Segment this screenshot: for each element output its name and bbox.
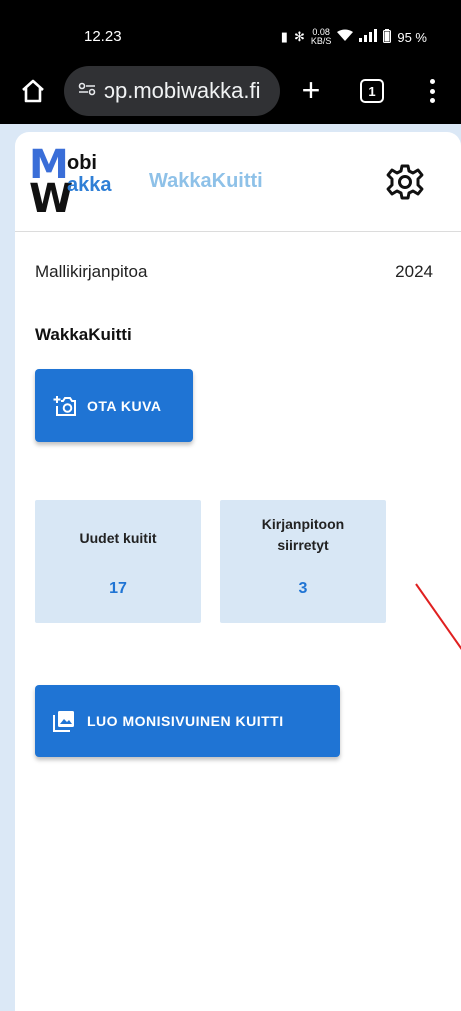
status-time: 12.23	[84, 28, 122, 45]
status-bar: 12.23 ▮ ✻ 0.08 KB/S 95 %	[0, 0, 461, 58]
vibrate-icon: ▮	[280, 29, 288, 44]
logo-obi: obi	[67, 152, 97, 174]
app-card: M obi W akka WakkaKuitti Mallikirjanpito…	[15, 132, 461, 1011]
status-icons: ▮ ✻ 0.08 KB/S 95 %	[281, 28, 427, 46]
multipage-receipt-label: LUO MONISIVUINEN KUITTI	[87, 713, 284, 729]
stat-label: Uudet kuitit	[79, 530, 157, 546]
annotation-line	[415, 583, 461, 650]
stat-value: 17	[109, 580, 127, 597]
take-photo-label: OTA KUVA	[87, 397, 162, 414]
section-title: WakkaKuitti	[35, 325, 132, 344]
network-speed-unit: KB/S	[310, 36, 332, 46]
take-photo-button[interactable]: OTA KUVA	[35, 369, 193, 442]
tabs-icon[interactable]: 1	[360, 79, 384, 103]
gear-icon[interactable]	[385, 162, 425, 202]
mobiwakka-logo[interactable]: M obi W akka	[29, 145, 129, 219]
add-camera-icon	[53, 395, 76, 416]
address-bar[interactable]: ɔp.mobiwakka.fi	[64, 66, 280, 116]
browser-toolbar: ɔp.mobiwakka.fi + 1	[0, 58, 461, 124]
signal-icon	[359, 29, 378, 45]
company-name: Mallikirjanpitoa	[35, 262, 148, 281]
bluetooth-icon: ✻	[293, 29, 305, 44]
stat-label-text: Kirjanpitoon siirretyt	[261, 516, 345, 553]
wifi-icon	[337, 29, 354, 45]
stat-transferred[interactable]: Kirjanpitoon siirretyt 3	[220, 500, 386, 623]
stat-value: 3	[298, 580, 308, 597]
logo-akka: akka	[67, 174, 112, 196]
multipage-receipt-button[interactable]: LUO MONISIVUINEN KUITTI	[35, 685, 340, 757]
battery-icon	[383, 28, 392, 46]
app-title: WakkaKuitti	[149, 170, 263, 192]
app-header: M obi W akka WakkaKuitti	[15, 132, 461, 232]
stat-new-receipts[interactable]: Uudet kuitit 17	[35, 500, 201, 623]
home-icon[interactable]	[18, 76, 48, 106]
stat-label: Kirjanpitoon siirretyt	[243, 514, 363, 556]
network-speed: 0.08 KB/S	[311, 28, 332, 46]
site-settings-icon[interactable]	[78, 82, 96, 101]
image-gallery-icon	[53, 711, 74, 732]
fiscal-year: 2024	[395, 262, 433, 281]
battery-level: 95 %	[397, 29, 427, 45]
menu-icon[interactable]	[422, 76, 442, 106]
url-text: ɔp.mobiwakka.fi	[104, 78, 261, 103]
new-tab-icon[interactable]: +	[296, 70, 326, 110]
